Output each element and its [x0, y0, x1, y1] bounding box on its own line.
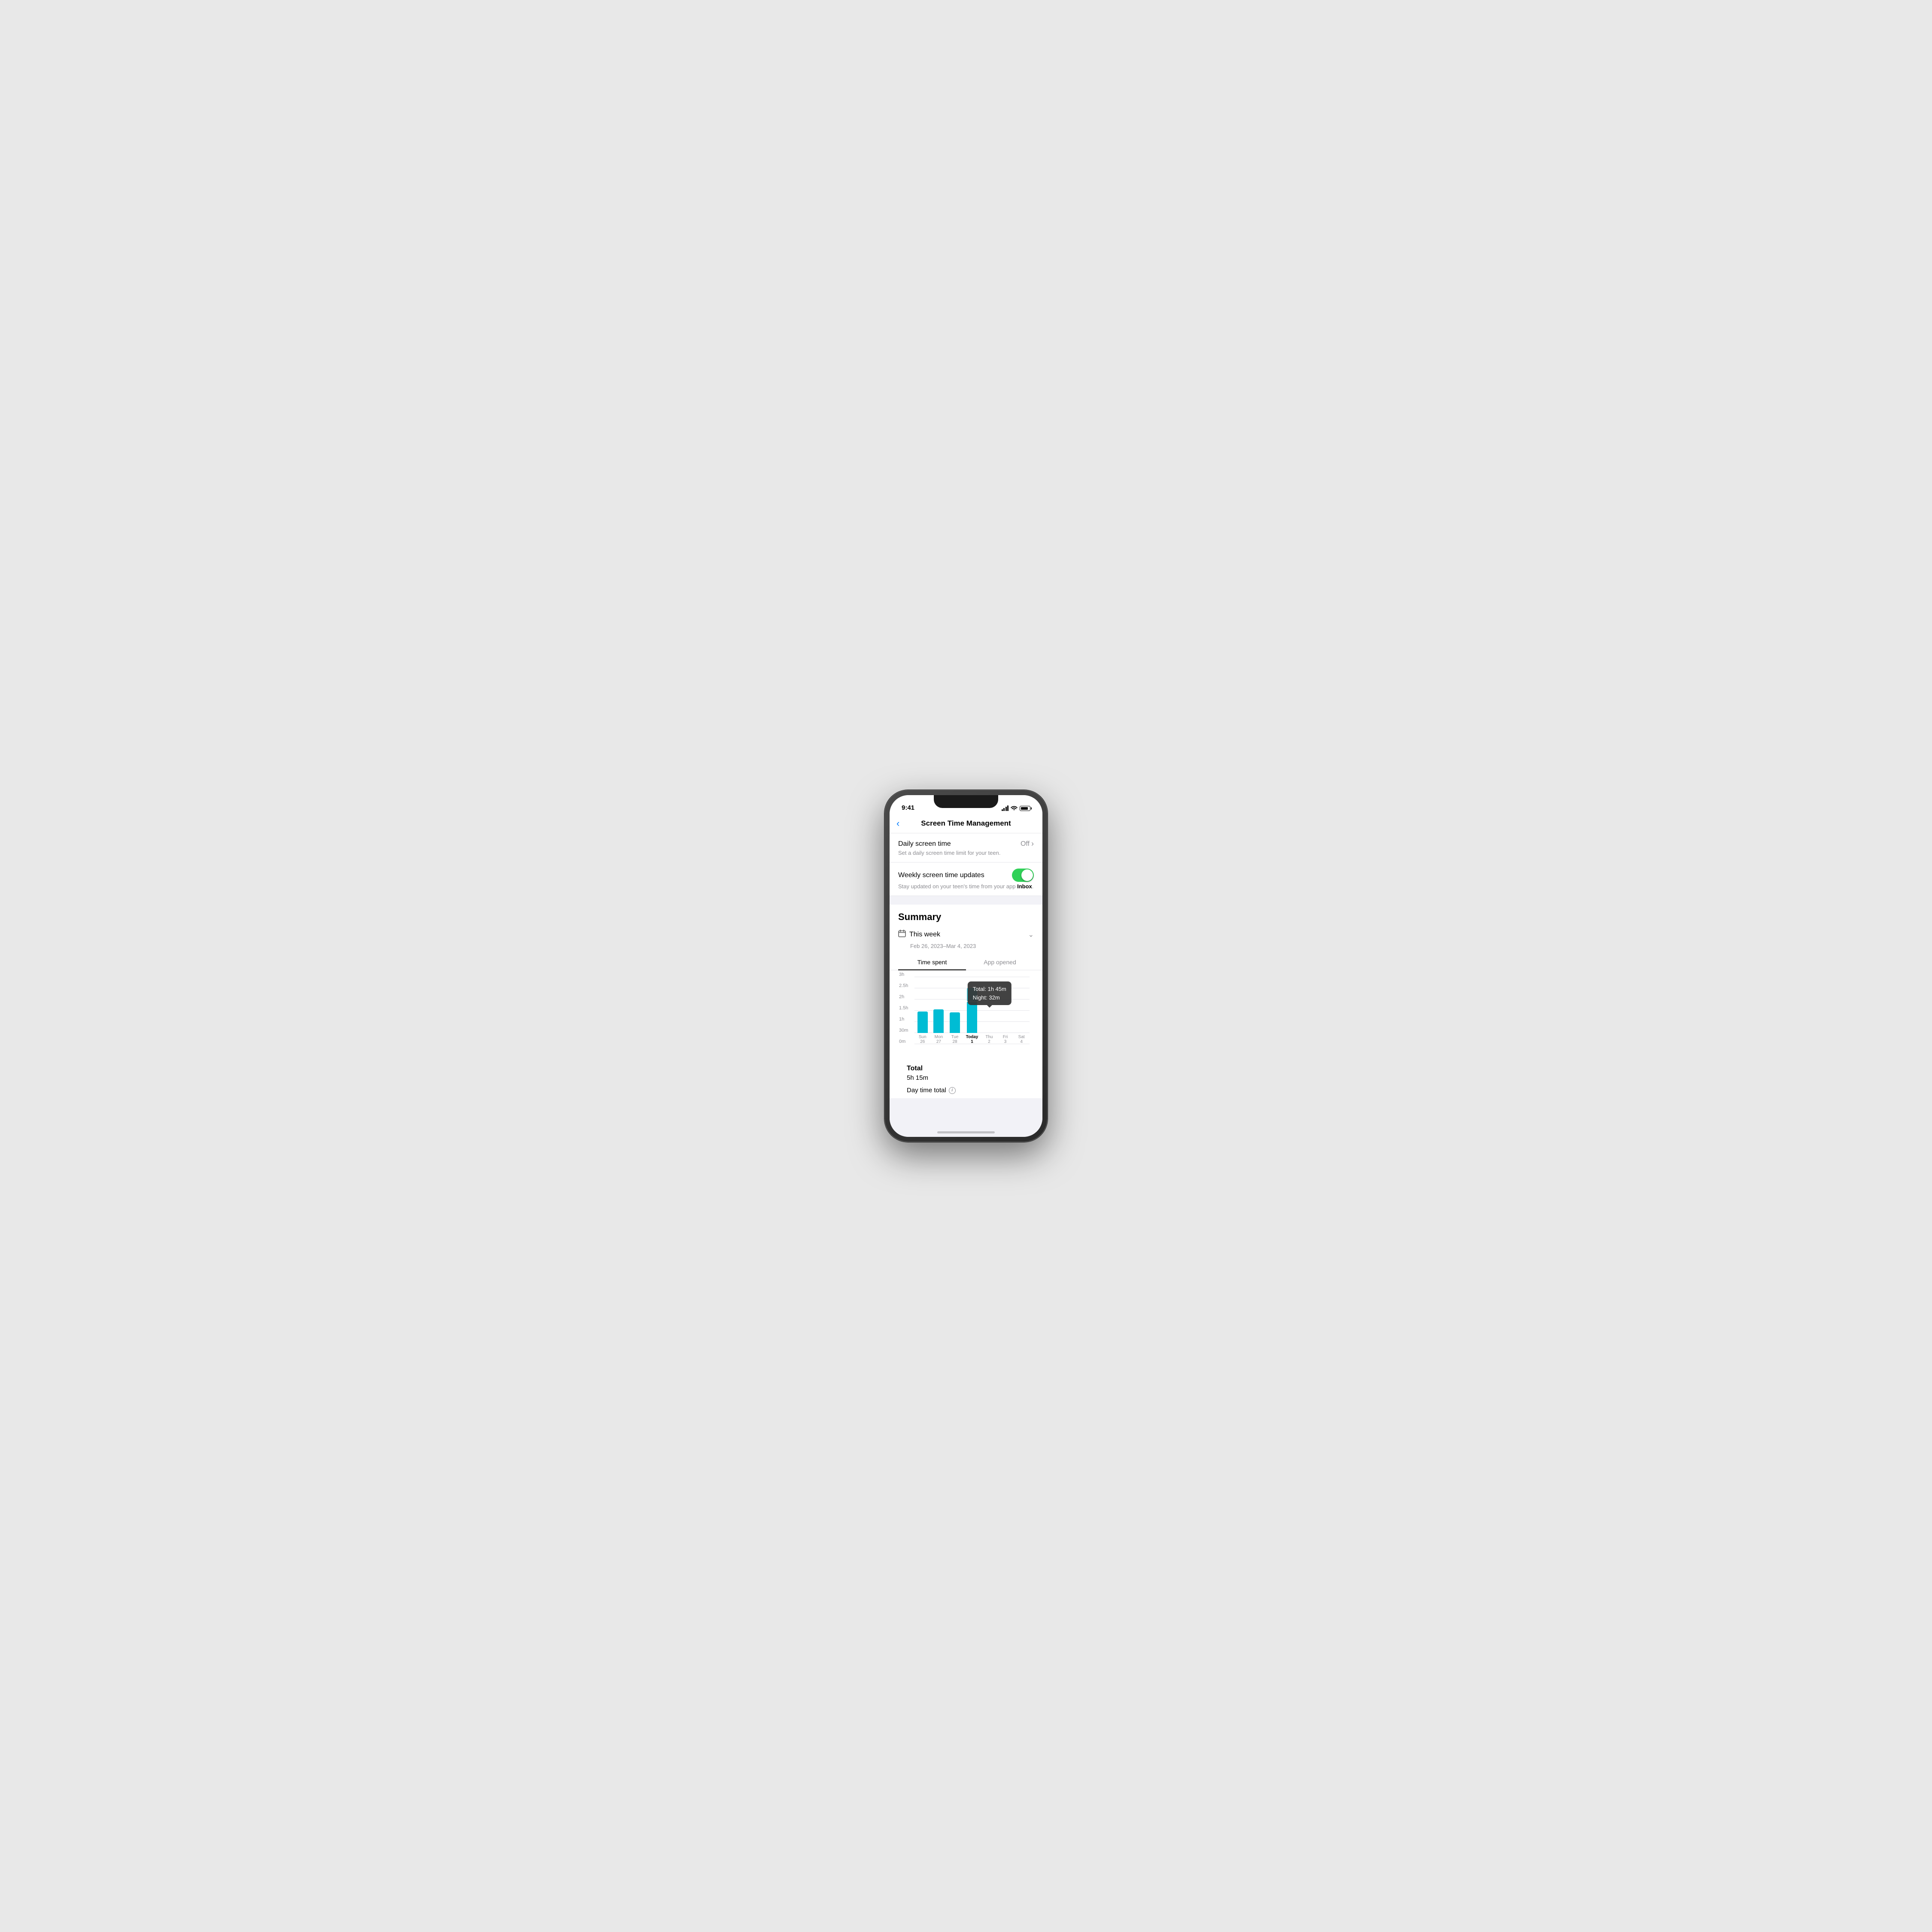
weekly-updates-row: Weekly screen time updates Stay updated …	[890, 863, 1042, 896]
bar-day-today	[967, 1002, 977, 1033]
bar-mon-27: Mon 27	[933, 1009, 944, 1044]
back-button[interactable]: ‹	[896, 818, 899, 829]
subtitle-prefix: Stay updated on your teen's time from yo…	[898, 883, 1017, 890]
grid-label-1h: 1h	[899, 1017, 904, 1022]
bar-tooltip: Total: 1h 45m Night: 32m	[968, 981, 1012, 1005]
bar-thu-2: Thu 2	[984, 1033, 994, 1044]
subtitle-suffix: .	[1032, 883, 1034, 890]
settings-section: Daily screen time Off › Set a daily scre…	[890, 833, 1042, 896]
bar-stack-mon	[933, 1009, 944, 1033]
summary-title: Summary	[898, 911, 1034, 923]
grid-label-1-5h: 1.5h	[899, 1005, 908, 1011]
bar-date-text-today: 1	[966, 1039, 978, 1044]
week-chevron-icon: ⌄	[1028, 930, 1034, 939]
bar-day-text-thu: Thu	[985, 1035, 993, 1039]
bar-day-text-tue: Tue	[951, 1035, 959, 1039]
daily-screen-time-value: Off ›	[1021, 839, 1034, 848]
tab-time-spent[interactable]: Time spent	[898, 954, 966, 970]
week-range: Feb 26, 2023–Mar 4, 2023	[898, 941, 1034, 954]
battery-icon	[1020, 806, 1030, 811]
status-time: 9:41	[902, 804, 914, 811]
bar-day-text-fri: Fri	[1003, 1035, 1008, 1039]
bar-label-sat: Sat 4	[1018, 1035, 1025, 1044]
week-selector[interactable]: This week ⌄	[898, 930, 1034, 941]
bar-day-text-today: Today	[966, 1035, 978, 1039]
bar-sun-26: Sun 26	[917, 1012, 928, 1044]
bar-date-text-mon: 27	[935, 1039, 943, 1044]
nav-bar: ‹ Screen Time Management	[890, 814, 1042, 833]
content-area: ‹ Screen Time Management Daily screen ti…	[890, 814, 1042, 1137]
bar-stack-tue	[950, 1012, 960, 1033]
bar-label-sun: Sun 26	[919, 1035, 927, 1044]
daily-screen-time-off: Off	[1021, 840, 1030, 848]
grid-label-3h: 3h	[899, 972, 904, 977]
weekly-updates-toggle[interactable]	[1012, 869, 1034, 882]
daily-screen-time-subtitle: Set a daily screen time limit for your t…	[898, 850, 1034, 856]
bar-tue-28: Tue 28	[950, 1012, 960, 1044]
bar-day-tue	[950, 1012, 960, 1033]
bar-label-tue: Tue 28	[951, 1035, 959, 1044]
daily-screen-time-row[interactable]: Daily screen time Off › Set a daily scre…	[890, 833, 1042, 863]
wifi-icon	[1011, 805, 1018, 811]
grid-label-0m: 0m	[899, 1039, 905, 1044]
total-label: Total	[907, 1065, 1025, 1072]
bar-date-text-fri: 3	[1003, 1039, 1008, 1044]
home-indicator	[937, 1131, 995, 1133]
subtitle-bold: Inbox	[1017, 883, 1032, 890]
back-chevron-icon: ‹	[896, 818, 899, 829]
grid-label-30m: 30m	[899, 1028, 908, 1033]
daytime-row: Day time total i	[907, 1087, 1025, 1094]
tab-app-opened[interactable]: App opened	[966, 954, 1034, 970]
bar-day-mon	[933, 1009, 944, 1033]
bar-label-mon: Mon 27	[935, 1035, 943, 1044]
battery-fill	[1021, 807, 1028, 810]
summary-section: Summary This week ⌄	[890, 905, 1042, 1098]
chart-container: 3h 2.5h 2h 1.5h 1h 30m 0m Total: 1h 45m …	[898, 970, 1034, 1058]
calendar-icon	[898, 930, 906, 939]
grid-label-2h: 2h	[899, 994, 904, 999]
grid-label-2-5h: 2.5h	[899, 983, 908, 988]
bar-label-thu: Thu 2	[985, 1035, 993, 1044]
bar-label-today: Today 1	[966, 1035, 978, 1044]
weekly-updates-title: Weekly screen time updates	[898, 872, 984, 879]
tooltip-line1: Total: 1h 45m	[973, 985, 1006, 993]
phone-device: 9:41	[884, 790, 1048, 1142]
bar-day-text-mon: Mon	[935, 1035, 943, 1039]
toggle-thumb	[1021, 869, 1033, 881]
weekly-updates-subtitle: Stay updated on your teen's time from yo…	[898, 883, 1034, 890]
weekly-updates-header: Weekly screen time updates	[898, 869, 1034, 882]
week-label: This week	[909, 931, 940, 939]
daily-screen-time-header: Daily screen time Off ›	[898, 839, 1034, 848]
bar-date-text-sun: 26	[919, 1039, 927, 1044]
tabs-row: Time spent App opened	[890, 954, 1042, 970]
week-selector-left: This week	[898, 930, 940, 939]
notch	[934, 795, 998, 808]
signal-icon	[1002, 805, 1009, 811]
bar-stack-sun	[917, 1012, 928, 1033]
bar-date-text-thu: 2	[985, 1039, 993, 1044]
bar-day-text-sat: Sat	[1018, 1035, 1025, 1039]
total-value: 5h 15m	[907, 1074, 1025, 1081]
bar-sat-4: Sat 4	[1016, 1033, 1027, 1044]
tooltip-line2: Night: 32m	[973, 993, 1006, 1002]
totals-section: Total 5h 15m Day time total i	[898, 1058, 1034, 1098]
daily-screen-time-chevron: ›	[1031, 839, 1034, 848]
bar-date-text-sat: 4	[1018, 1039, 1025, 1044]
bar-label-fri: Fri 3	[1003, 1035, 1008, 1044]
info-icon[interactable]: i	[949, 1087, 956, 1094]
status-icons	[1002, 805, 1031, 811]
bar-date-text-tue: 28	[951, 1039, 959, 1044]
phone-screen: 9:41	[890, 795, 1042, 1137]
daytime-label: Day time total	[907, 1087, 946, 1094]
bar-day-sun	[917, 1012, 928, 1033]
chart-area: 3h 2.5h 2h 1.5h 1h 30m 0m Total: 1h 45m …	[914, 977, 1030, 1054]
bar-day-text-sun: Sun	[919, 1035, 927, 1039]
daily-screen-time-title: Daily screen time	[898, 840, 951, 848]
page-title: Screen Time Management	[921, 819, 1011, 828]
bar-fri-3: Fri 3	[1000, 1033, 1011, 1044]
